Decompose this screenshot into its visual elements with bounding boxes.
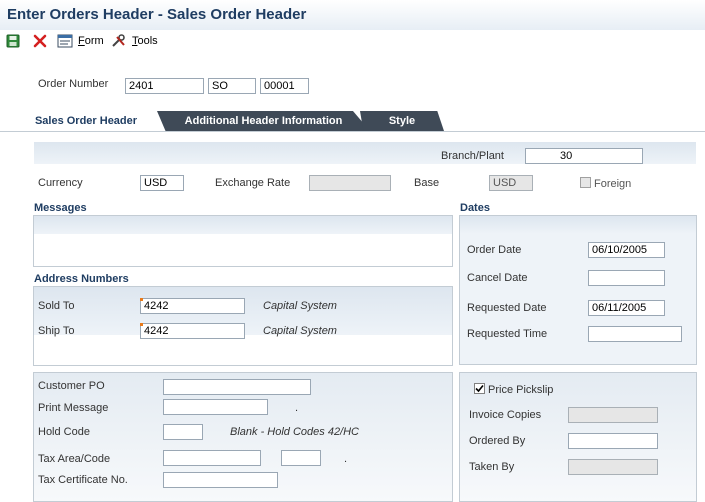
- sold-to-label: Sold To: [38, 300, 75, 312]
- tax-area-field[interactable]: [163, 450, 261, 466]
- checkmark-icon: [475, 384, 484, 393]
- requested-time-field[interactable]: [588, 326, 682, 342]
- cancel-button[interactable]: [33, 33, 47, 49]
- tax-certificate-label: Tax Certificate No.: [38, 474, 128, 486]
- tab-divider: [0, 131, 705, 132]
- invoice-copies-field: [568, 407, 658, 423]
- sold-to-field[interactable]: 4242: [140, 298, 245, 314]
- branch-plant-label: Branch/Plant: [441, 150, 504, 162]
- customer-po-label: Customer PO: [38, 380, 105, 392]
- form-icon: [57, 34, 73, 48]
- requested-date-label: Requested Date: [467, 302, 547, 314]
- cancel-date-label: Cancel Date: [467, 272, 528, 284]
- hold-code-label: Hold Code: [38, 426, 90, 438]
- tab-additional-header-information[interactable]: Additional Header Information: [157, 111, 370, 131]
- tools-menu-button[interactable]: Tools: [111, 33, 158, 49]
- title-bar: Enter Orders Header - Sales Order Header: [0, 0, 705, 31]
- required-marker: [140, 323, 143, 326]
- address-numbers-title: Address Numbers: [34, 273, 129, 285]
- ordered-by-field[interactable]: [568, 433, 658, 449]
- base-label: Base: [414, 177, 440, 189]
- ship-to-label: Ship To: [38, 325, 75, 337]
- dates-panel: [459, 215, 697, 365]
- window-title: Enter Orders Header - Sales Order Header: [7, 6, 307, 23]
- order-date-label: Order Date: [467, 244, 522, 256]
- print-message-desc: .: [295, 402, 299, 414]
- currency-label: Currency: [38, 177, 83, 189]
- tax-certificate-field[interactable]: [163, 472, 278, 488]
- hold-code-desc: Blank - Hold Codes 42/HC: [230, 426, 360, 438]
- required-marker: [140, 298, 143, 301]
- tax-code-desc: .: [344, 453, 348, 465]
- currency-field[interactable]: USD: [140, 175, 184, 191]
- form-menu-label: Form: [78, 35, 104, 47]
- hold-code-field[interactable]: [163, 424, 203, 440]
- order-date-field[interactable]: 06/10/2005: [588, 242, 665, 258]
- ship-to-name: Capital System: [263, 325, 337, 337]
- price-pickslip-checkbox[interactable]: [474, 383, 485, 394]
- ordered-by-label: Ordered By: [469, 435, 526, 447]
- foreign-checkbox[interactable]: [580, 177, 591, 188]
- order-number-label: Order Number: [38, 78, 109, 90]
- taken-by-field: [568, 459, 658, 475]
- invoice-copies-label: Invoice Copies: [469, 409, 542, 421]
- foreign-label: Foreign: [594, 178, 632, 190]
- exchange-rate-field: [309, 175, 391, 191]
- dates-strip: [460, 216, 696, 234]
- branch-plant-value: 30: [560, 150, 573, 162]
- taken-by-label: Taken By: [469, 461, 515, 473]
- ship-to-field[interactable]: 4242: [140, 323, 245, 339]
- toolbar: Form Tools: [0, 30, 705, 52]
- tools-icon: [112, 34, 125, 47]
- save-icon: [6, 34, 20, 48]
- form-menu-button[interactable]: Form: [57, 33, 104, 49]
- messages-panel: [33, 215, 453, 267]
- order-company-field[interactable]: 00001: [260, 78, 309, 94]
- print-message-label: Print Message: [38, 402, 109, 414]
- dates-title: Dates: [460, 202, 490, 214]
- price-pickslip-label: Price Pickslip: [488, 384, 554, 396]
- close-icon: [33, 34, 47, 48]
- sold-to-name: Capital System: [263, 300, 337, 312]
- base-field: USD: [489, 175, 533, 191]
- tools-menu-label: Tools: [132, 35, 158, 47]
- requested-date-field[interactable]: 06/11/2005: [588, 300, 665, 316]
- customer-po-field[interactable]: [163, 379, 311, 395]
- tax-area-label: Tax Area/Code: [38, 453, 111, 465]
- cancel-date-field[interactable]: [588, 270, 665, 286]
- tab-sales-order-header[interactable]: Sales Order Header: [12, 111, 160, 131]
- order-type-field[interactable]: SO: [208, 78, 256, 94]
- exchange-rate-label: Exchange Rate: [215, 177, 291, 189]
- tab-style[interactable]: Style: [360, 111, 444, 131]
- messages-title: Messages: [34, 202, 87, 214]
- branch-plant-field[interactable]: 30: [525, 148, 643, 164]
- messages-strip: [34, 216, 452, 234]
- save-button[interactable]: [6, 33, 20, 49]
- tax-code-field[interactable]: [281, 450, 321, 466]
- print-message-field[interactable]: [163, 399, 268, 415]
- requested-time-label: Requested Time: [467, 328, 548, 340]
- order-number-field[interactable]: 2401: [125, 78, 204, 94]
